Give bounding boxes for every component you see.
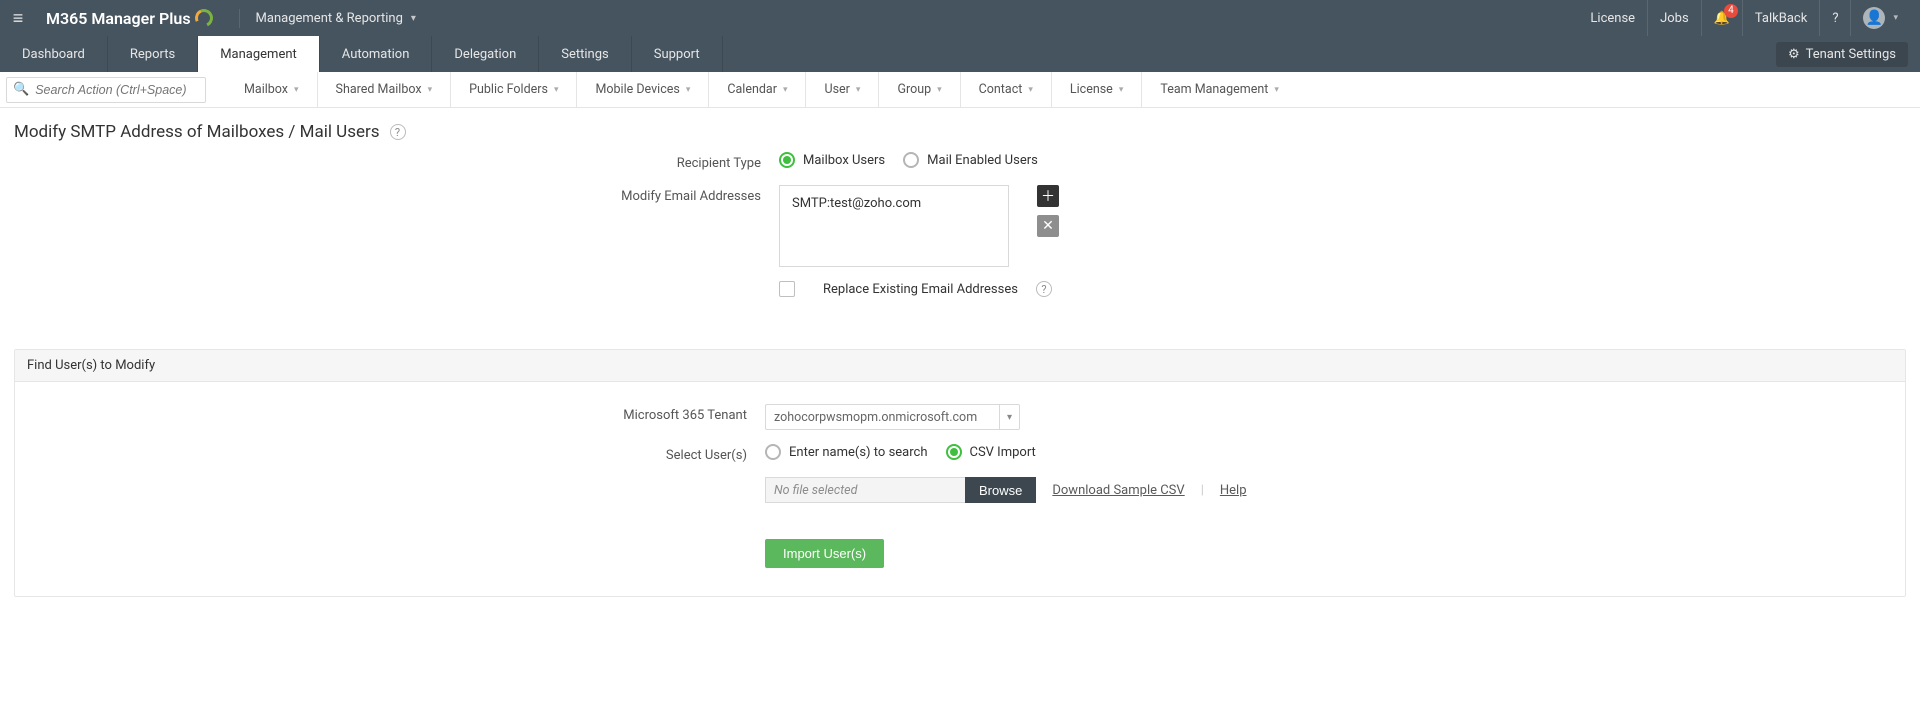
radio-label: CSV Import — [970, 445, 1036, 460]
radio-enter-names[interactable]: Enter name(s) to search — [765, 444, 928, 460]
question-icon: ? — [1832, 11, 1838, 26]
brand-text: M365 Manager Plus — [46, 9, 191, 28]
toolbar-shared-mailbox[interactable]: Shared Mailbox▾ — [318, 72, 452, 108]
help-link[interactable]: Help — [1220, 483, 1247, 498]
chevron-down-icon: ▾ — [937, 85, 942, 95]
toolbar-items: Mailbox▾ Shared Mailbox▾ Public Folders▾… — [226, 72, 1297, 108]
radio-label: Enter name(s) to search — [789, 445, 928, 460]
talkback-link[interactable]: TalkBack — [1743, 0, 1820, 36]
tenant-select[interactable]: zohocorpwsmopm.onmicrosoft.com ▾ — [765, 404, 1020, 430]
brand-title: M365 Manager Plus — [36, 9, 223, 28]
chevron-down-icon: ▾ — [1893, 13, 1898, 23]
topbar-right: License Jobs 🔔 4 TalkBack ? 👤 ▾ — [1578, 0, 1920, 36]
chevron-down-icon: ▾ — [1119, 85, 1124, 95]
tab-automation[interactable]: Automation — [320, 36, 433, 72]
menu-icon[interactable]: ≡ — [0, 8, 36, 29]
page-heading: Modify SMTP Address of Mailboxes / Mail … — [0, 108, 1920, 152]
toolbar-team-management[interactable]: Team Management▾ — [1142, 72, 1297, 108]
chevron-down-icon: ▾ — [686, 85, 691, 95]
radio-mail-enabled-users[interactable]: Mail Enabled Users — [903, 152, 1038, 168]
radio-dot-icon — [779, 152, 795, 168]
primary-nav: Dashboard Reports Management Automation … — [0, 36, 1920, 72]
search-icon: 🔍 — [13, 82, 29, 97]
add-address-button[interactable]: ＋ — [1037, 185, 1059, 207]
email-address-value: SMTP:test@zoho.com — [792, 196, 921, 211]
file-picker: No file selected Browse — [765, 477, 1036, 503]
tab-settings[interactable]: Settings — [539, 36, 631, 72]
file-display: No file selected — [765, 477, 965, 503]
page-title: Modify SMTP Address of Mailboxes / Mail … — [14, 122, 380, 142]
chevron-down-icon: ▾ — [411, 13, 416, 24]
help-icon[interactable]: ? — [1036, 281, 1052, 297]
search-input[interactable] — [35, 83, 199, 97]
remove-address-button[interactable]: ✕ — [1037, 215, 1059, 237]
app-topbar: ≡ M365 Manager Plus Management & Reporti… — [0, 0, 1920, 36]
modify-email-label: Modify Email Addresses — [424, 185, 779, 204]
select-users-label: Select User(s) — [410, 444, 765, 463]
chevron-down-icon: ▾ — [783, 85, 788, 95]
radio-csv-import[interactable]: CSV Import — [946, 444, 1036, 460]
tab-dashboard[interactable]: Dashboard — [0, 36, 108, 72]
toolbar-mailbox[interactable]: Mailbox▾ — [226, 72, 318, 108]
radio-dot-icon — [946, 444, 962, 460]
toolbar-license[interactable]: License▾ — [1052, 72, 1142, 108]
action-toolbar: 🔍 Mailbox▾ Shared Mailbox▾ Public Folder… — [0, 72, 1920, 108]
notification-count: 4 — [1724, 4, 1738, 18]
search-action-box[interactable]: 🔍 — [6, 77, 206, 103]
separator: | — [1201, 483, 1204, 498]
notifications-button[interactable]: 🔔 4 — [1702, 0, 1743, 36]
toolbar-mobile-devices[interactable]: Mobile Devices▾ — [577, 72, 709, 108]
toolbar-user[interactable]: User▾ — [806, 72, 879, 108]
tenant-value: zohocorpwsmopm.onmicrosoft.com — [774, 410, 977, 425]
tenant-settings-button[interactable]: ⚙ Tenant Settings — [1776, 42, 1908, 67]
brand-logo-icon — [192, 6, 215, 29]
radio-label: Mailbox Users — [803, 153, 885, 168]
license-link[interactable]: License — [1578, 0, 1648, 36]
chevron-down-icon: ▾ — [428, 85, 433, 95]
radio-dot-icon — [765, 444, 781, 460]
user-menu[interactable]: 👤 ▾ — [1851, 0, 1910, 36]
chevron-down-icon: ▾ — [856, 85, 861, 95]
gear-icon: ⚙ — [1788, 47, 1800, 62]
top-section-dropdown[interactable]: Management & Reporting ▾ — [240, 11, 416, 26]
radio-label: Mail Enabled Users — [927, 153, 1038, 168]
browse-button[interactable]: Browse — [965, 477, 1036, 503]
find-users-panel: Find User(s) to Modify Microsoft 365 Ten… — [14, 349, 1906, 597]
jobs-link[interactable]: Jobs — [1648, 0, 1702, 36]
radio-mailbox-users[interactable]: Mailbox Users — [779, 152, 885, 168]
toolbar-calendar[interactable]: Calendar▾ — [709, 72, 806, 108]
smtp-form: Recipient Type Mailbox Users Mail Enable… — [410, 152, 1510, 331]
tab-delegation[interactable]: Delegation — [432, 36, 539, 72]
chevron-down-icon: ▾ — [999, 405, 1019, 429]
avatar-icon: 👤 — [1863, 7, 1885, 29]
email-address-box[interactable]: SMTP:test@zoho.com — [779, 185, 1009, 267]
find-users-title: Find User(s) to Modify — [15, 350, 1905, 382]
toolbar-contact[interactable]: Contact▾ — [961, 72, 1052, 108]
radio-dot-icon — [903, 152, 919, 168]
download-sample-csv-link[interactable]: Download Sample CSV — [1052, 483, 1184, 498]
toolbar-group[interactable]: Group▾ — [879, 72, 960, 108]
replace-existing-label: Replace Existing Email Addresses — [823, 282, 1018, 297]
chevron-down-icon: ▾ — [294, 85, 299, 95]
tab-management[interactable]: Management — [198, 36, 320, 72]
chevron-down-icon: ▾ — [1274, 85, 1279, 95]
help-button[interactable]: ? — [1820, 0, 1851, 36]
tab-reports[interactable]: Reports — [108, 36, 198, 72]
top-section-label: Management & Reporting — [256, 11, 403, 26]
brand-block: M365 Manager Plus — [36, 9, 240, 28]
help-icon[interactable]: ? — [390, 124, 406, 140]
toolbar-public-folders[interactable]: Public Folders▾ — [451, 72, 577, 108]
import-users-button[interactable]: Import User(s) — [765, 539, 884, 568]
chevron-down-icon: ▾ — [554, 85, 559, 95]
tenant-label: Microsoft 365 Tenant — [410, 404, 765, 423]
recipient-type-label: Recipient Type — [424, 152, 779, 171]
chevron-down-icon: ▾ — [1028, 85, 1033, 95]
replace-existing-checkbox[interactable] — [779, 281, 795, 297]
tab-support[interactable]: Support — [632, 36, 723, 72]
